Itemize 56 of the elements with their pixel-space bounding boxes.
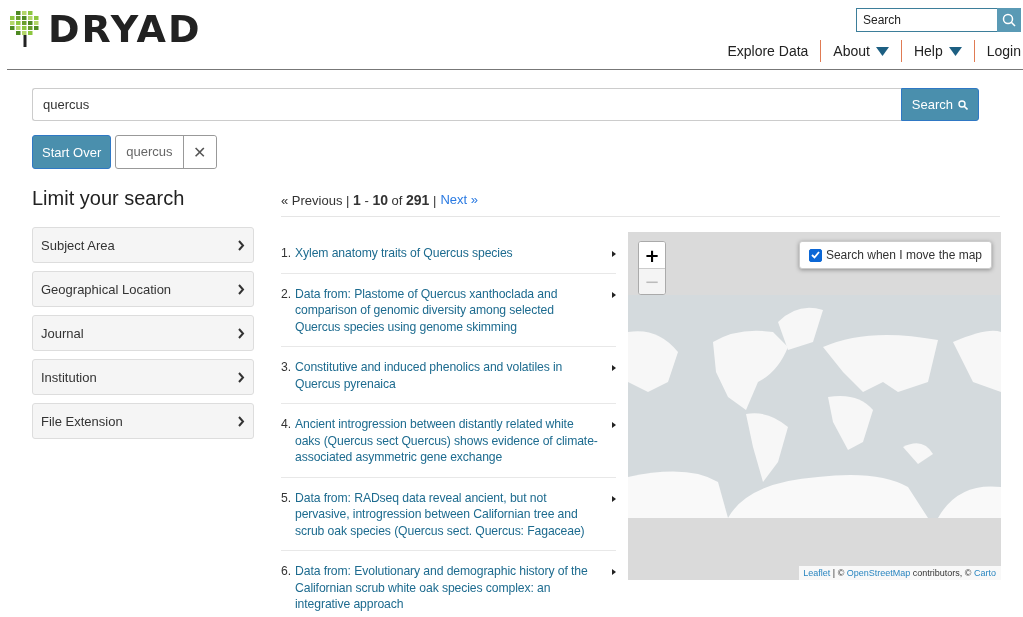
site-search-field[interactable]: Search <box>856 8 997 32</box>
result-number: 5. <box>281 489 292 507</box>
chevron-icon <box>237 371 245 383</box>
caret-icon <box>875 46 889 56</box>
expand-arrow-icon[interactable] <box>612 251 616 257</box>
result-number: 3. <box>281 359 292 376</box>
checkbox-label: Search when I move the map <box>825 248 982 262</box>
logo-text[interactable]: DRYAD <box>48 6 202 51</box>
search-button[interactable] <box>997 8 1021 32</box>
result-number: 1. <box>281 245 292 262</box>
result-title-link[interactable]: Constitutive and induced phenolics and volatiles in Quercus pyrenaica <box>295 359 612 392</box>
pagination-summary: « Previous | 1 - 10 of 291 | <box>281 192 437 210</box>
start-over-button[interactable]: Start Over <box>32 135 112 169</box>
search-button[interactable]: Search <box>900 88 979 121</box>
expand-arrow-icon[interactable] <box>612 569 616 575</box>
filter-label: quercus <box>125 143 174 161</box>
facet-toggle[interactable]: Journal <box>32 315 254 351</box>
facet-toggle[interactable]: Subject Area <box>32 227 254 263</box>
result-number: 2. <box>281 285 292 303</box>
chevron-icon <box>237 283 245 295</box>
attribution-text: | © <box>831 568 846 578</box>
attribution-text: contributors, © <box>911 568 973 578</box>
result-number: 4. <box>281 416 292 433</box>
result-title-link[interactable]: Data from: RADseq data reveal ancient, but not pervasive, introgression between Californian tree and scrub oak species (Quercus sect. Quercus: Fagaceae) <box>295 489 612 539</box>
result-title-link[interactable]: Data from: Plastome of Quercus xanthoclada and comparison of genomic diversity among selected Quercus species using genome skimming <box>295 285 612 335</box>
nav-link[interactable]: Login <box>973 40 1023 62</box>
facet-toggle[interactable]: Institution <box>32 359 254 395</box>
facet-toggle[interactable]: Geographical Location <box>32 271 254 307</box>
expand-arrow-icon[interactable] <box>612 291 616 298</box>
result-title-link[interactable]: Xylem anatomy traits of Quercus species <box>295 245 612 262</box>
result-number: 6. <box>281 563 292 580</box>
map-search-toggle[interactable]: Search when I move the map <box>798 241 992 269</box>
expand-arrow-icon[interactable] <box>612 495 616 502</box>
result-title-link[interactable]: Ancient introgression between distantly related white oaks (Quercus sect Quercus) shows evidence of climate-associated asymmetric gene exchange <box>295 416 612 466</box>
attribution-link[interactable]: OpenStreetMap <box>846 568 911 578</box>
sidebar-heading: Limit your search <box>32 187 186 210</box>
chevron-icon <box>237 327 245 339</box>
facet-toggle[interactable]: File Extension <box>32 403 254 439</box>
search-icon <box>1002 13 1016 27</box>
expand-arrow-icon[interactable] <box>612 365 616 371</box>
nav-dropdown[interactable]: Help <box>900 40 974 62</box>
checkbox[interactable] <box>808 248 822 262</box>
attribution-link[interactable]: Leaflet <box>803 568 831 578</box>
remove-filter-button[interactable]: ✕ <box>182 136 216 168</box>
nav-link[interactable]: Explore Data <box>715 40 821 62</box>
result-title-link[interactable]: Data from: Evolutionary and demographic history of the Californian scrub white oak species complex: an integrative approach <box>295 563 612 613</box>
expand-arrow-icon[interactable] <box>612 422 616 428</box>
chevron-icon <box>237 415 245 427</box>
nav-dropdown[interactable]: About <box>820 40 901 62</box>
search-icon <box>958 99 968 110</box>
caret-icon <box>948 46 962 56</box>
next-page-link[interactable]: Next » <box>440 192 478 216</box>
query-field[interactable]: quercus <box>32 88 901 121</box>
chevron-icon <box>237 239 245 251</box>
tree-logo-icon <box>10 10 40 47</box>
attribution-link[interactable]: Carto <box>974 568 996 578</box>
